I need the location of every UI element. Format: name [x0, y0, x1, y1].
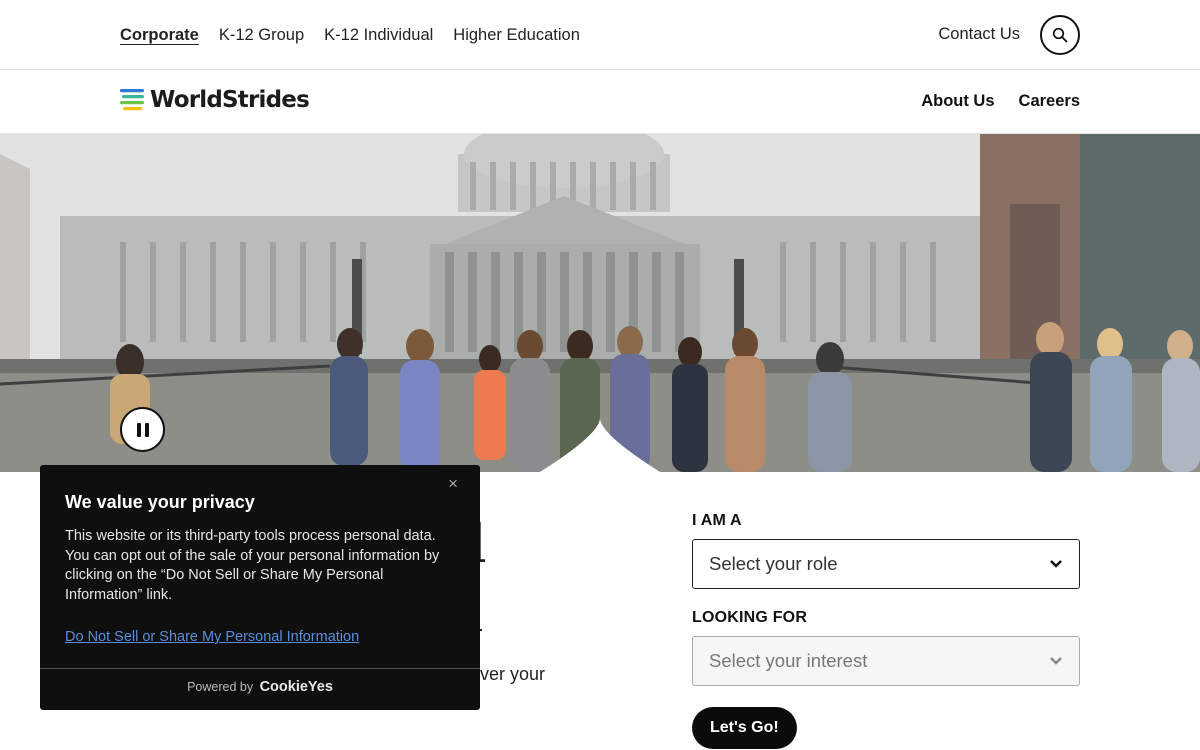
chevron-down-icon: [1050, 560, 1062, 568]
interest-select[interactable]: Select your interest: [692, 636, 1080, 686]
top-nav-k12-group[interactable]: K-12 Group: [219, 26, 304, 45]
top-nav-corporate[interactable]: Corporate: [120, 26, 199, 45]
powered-by-label: Powered by: [187, 680, 254, 694]
nav-about-us[interactable]: About Us: [921, 92, 994, 111]
top-nav-k12-individual[interactable]: K-12 Individual: [324, 26, 433, 45]
close-icon[interactable]: ×: [448, 474, 458, 494]
powered-by: Powered by CookieYes: [40, 679, 480, 695]
hero-text-partial: ver your: [480, 664, 546, 684]
pause-icon: [136, 422, 141, 437]
contact-us-link[interactable]: Contact Us: [938, 25, 1020, 44]
top-bar: Corporate K-12 Group K-12 Individual Hig…: [0, 0, 1200, 70]
top-nav-higher-education[interactable]: Higher Education: [453, 26, 580, 45]
chevron-down-icon: [1050, 657, 1062, 665]
role-select[interactable]: Select your role: [692, 539, 1080, 589]
cookie-consent-banner: × We value your privacy This website or …: [40, 465, 480, 710]
hero-video: [0, 134, 1200, 472]
pause-video-button[interactable]: [120, 407, 165, 452]
cookieyes-logo[interactable]: CookieYes: [260, 679, 333, 695]
worldstrides-stripes-logo: [120, 89, 144, 111]
do-not-sell-link[interactable]: Do Not Sell or Share My Personal Informa…: [65, 629, 359, 645]
nav-careers[interactable]: Careers: [1019, 92, 1080, 111]
search-icon: [1052, 27, 1068, 43]
logo-wordmark: WorldStrides: [150, 87, 310, 113]
worldstrides-logo[interactable]: WorldStrides: [120, 87, 310, 113]
hero-image-capitol: [0, 134, 1200, 472]
main-nav-bar: WorldStrides About Us Careers: [0, 70, 1200, 134]
lets-go-button[interactable]: Let's Go!: [692, 707, 797, 749]
interest-label: LOOKING FOR: [692, 609, 808, 626]
interest-select-value: Select your interest: [709, 650, 868, 671]
cookie-body-text: This website or its third-party tools pr…: [65, 528, 440, 603]
cookie-divider: [40, 668, 480, 669]
cookie-title: We value your privacy: [65, 492, 255, 512]
role-select-value: Select your role: [709, 553, 838, 574]
trip-finder-form: I AM A Select your role LOOKING FOR Sele…: [692, 512, 1080, 749]
top-nav: Corporate K-12 Group K-12 Individual Hig…: [120, 26, 580, 45]
role-label: I AM A: [692, 512, 742, 529]
search-button[interactable]: [1040, 15, 1080, 55]
main-nav: About Us Careers: [921, 92, 1080, 111]
